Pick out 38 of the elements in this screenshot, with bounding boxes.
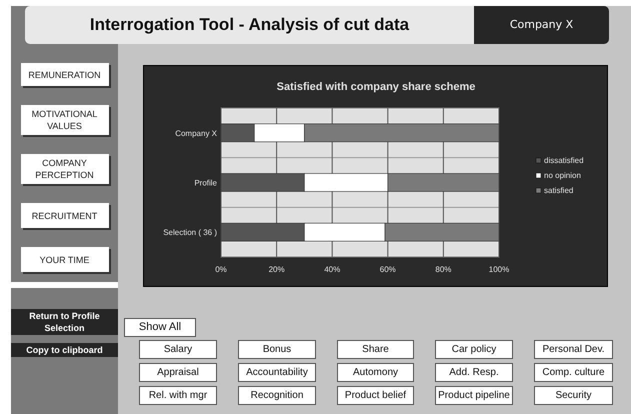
filter-button[interactable]: Automony [337, 363, 414, 382]
axis-tick-label: 0% [215, 265, 227, 274]
sidebar-button[interactable]: RECRUITMENT [20, 203, 108, 228]
sidebar-button[interactable]: REMUNERATION [20, 63, 108, 86]
sidebar-button[interactable]: YOUR TIME [20, 247, 108, 272]
legend-label: satisfied [544, 186, 574, 195]
category-label: Selection ( 36 ) [163, 228, 217, 238]
legend-label: dissatisfied [544, 156, 584, 165]
sidebar-button[interactable]: COMPANY PERCEPTION [20, 154, 108, 184]
filter-button[interactable]: Salary [139, 340, 217, 359]
category-label: Company X [175, 128, 217, 138]
category-label: Profile [194, 178, 217, 188]
filter-button[interactable]: Car policy [435, 340, 513, 359]
action-button[interactable]: Return to Profile Selection [11, 309, 118, 335]
axis-tick-label: 60% [380, 265, 396, 274]
filter-button[interactable]: Product pipeline [435, 386, 513, 405]
axis-tick-label: 20% [268, 265, 285, 274]
chart-title: Satisfied with company share scheme [276, 81, 476, 93]
sidebar-button[interactable]: MOTIVATIONAL VALUES [20, 105, 108, 135]
filter-button[interactable]: Recognition [238, 386, 316, 405]
filter-button[interactable]: Personal Dev. [534, 340, 613, 359]
axis-tick-label: 100% [488, 265, 510, 274]
axis-tick-label: 80% [435, 265, 452, 274]
filter-button[interactable]: Appraisal [139, 363, 217, 382]
legend-label: no opinion [544, 171, 581, 180]
filter-button[interactable]: Accountability [238, 363, 316, 382]
filter-button[interactable]: Add. Resp. [435, 363, 513, 382]
filter-button[interactable]: Comp. culture [534, 363, 613, 382]
filter-button[interactable]: Bonus [238, 340, 316, 359]
axis-tick-label: 40% [324, 265, 340, 274]
filter-button[interactable]: Product belief [337, 386, 414, 405]
company-label: Company X [474, 6, 609, 44]
window-title: Interrogation Tool - Analysis of cut data [25, 6, 474, 44]
show-all-button[interactable]: Show All [124, 318, 196, 337]
filter-button[interactable]: Rel. with mgr [139, 386, 217, 405]
action-button[interactable]: Copy to clipboard [11, 343, 118, 357]
filter-button[interactable]: Security [534, 386, 613, 405]
filter-button[interactable]: Share [337, 340, 414, 359]
